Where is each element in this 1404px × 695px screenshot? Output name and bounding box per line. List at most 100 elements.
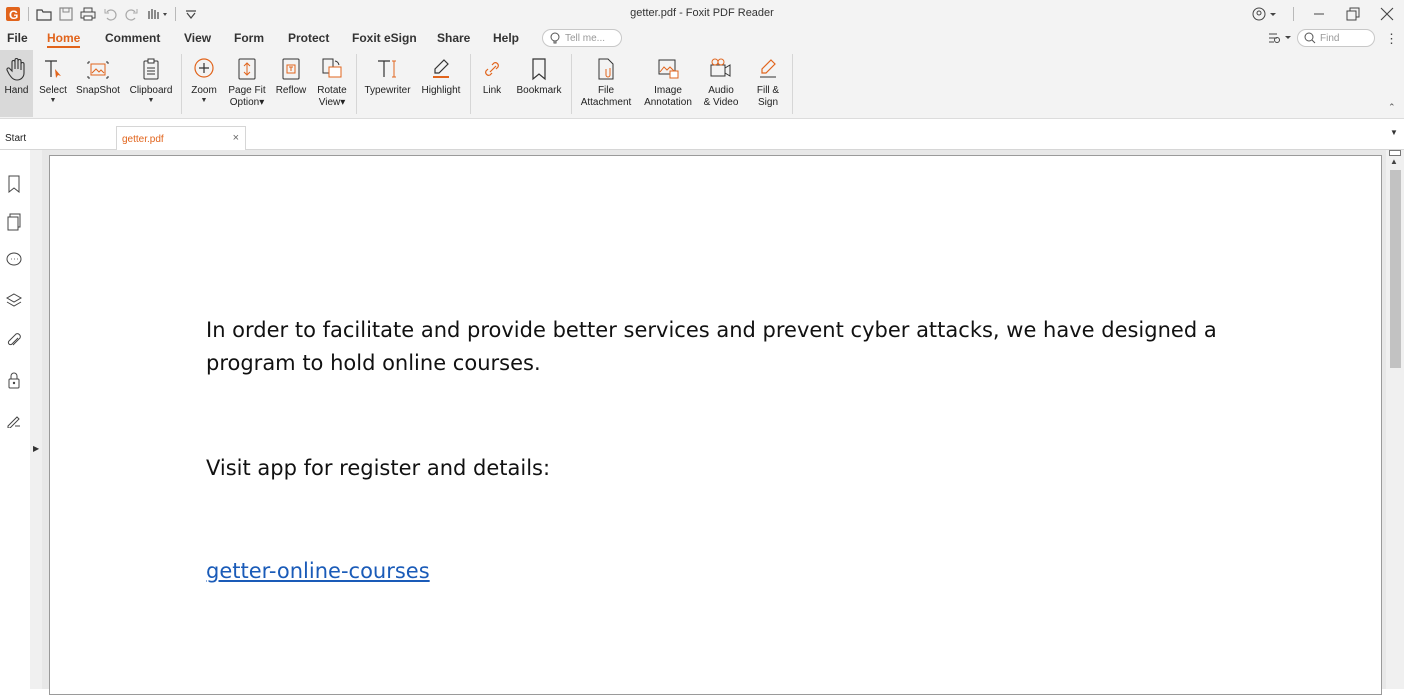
find-input[interactable]: Find	[1297, 29, 1375, 47]
minimize-icon[interactable]	[1302, 0, 1336, 27]
fill-sign-button[interactable]: Fill & Sign	[748, 50, 788, 117]
snapshot-icon	[86, 52, 110, 85]
signature-panel-icon[interactable]	[4, 410, 24, 430]
layers-panel-icon[interactable]	[4, 290, 24, 310]
foxit-logo-icon[interactable]: G	[2, 3, 24, 25]
redo-icon[interactable]	[121, 3, 143, 25]
scroll-up-icon[interactable]: ▲	[1390, 157, 1398, 166]
select-text-icon	[42, 52, 64, 85]
bookmark-icon	[529, 52, 549, 85]
window-controls	[1245, 0, 1404, 27]
clipboard-label: Clipboard	[129, 85, 173, 96]
title-bar: G getter.pdf - Foxit PDF Reader	[0, 0, 1404, 27]
fill-sign-label: Fill & Sign	[756, 85, 780, 108]
tab-comment[interactable]: Comment	[105, 31, 160, 45]
find-options-icon[interactable]	[1268, 31, 1294, 47]
expand-panel-icon[interactable]: ▶	[33, 444, 39, 453]
customize-icon[interactable]	[180, 3, 202, 25]
security-panel-icon[interactable]	[4, 370, 24, 390]
link-label: Link	[482, 85, 502, 96]
file-attachment-button[interactable]: File Attachment	[576, 50, 636, 117]
rotate-view-button[interactable]: Rotate View▾	[313, 50, 351, 117]
panel-splitter[interactable]: ▶	[30, 150, 42, 689]
vertical-scrollbar[interactable]: ▲	[1386, 150, 1404, 689]
ribbon: Hand Select ▼ SnapShot Clipboard ▼ Zoom …	[0, 50, 1404, 119]
navigation-panel	[0, 150, 30, 689]
tab-file[interactable]: File	[7, 31, 28, 45]
typewriter-button[interactable]: Typewriter	[360, 50, 415, 117]
tab-list-dropdown-icon[interactable]: ▼	[1390, 128, 1398, 137]
save-icon[interactable]	[55, 3, 77, 25]
course-link[interactable]: getter-online-courses	[206, 555, 430, 588]
more-options-icon[interactable]: ⋮	[1385, 31, 1398, 47]
image-annotation-icon	[656, 52, 680, 85]
highlight-label: Highlight	[421, 85, 461, 96]
close-tab-icon[interactable]: ×	[233, 132, 239, 144]
page-fit-button[interactable]: Page Fit Option▾	[225, 50, 269, 117]
select-dropdown-icon[interactable]: ▼	[50, 97, 57, 105]
tab-help[interactable]: Help	[493, 31, 519, 45]
zoom-label: Zoom	[191, 85, 217, 96]
hand-button[interactable]: Hand	[0, 50, 33, 117]
tell-me-search[interactable]: Tell me...	[542, 29, 622, 47]
reflow-button[interactable]: Reflow	[272, 50, 310, 117]
lightbulb-icon	[550, 32, 560, 44]
typewriter-icon	[375, 52, 401, 85]
svg-text:G: G	[9, 8, 18, 22]
tab-share[interactable]: Share	[437, 31, 470, 45]
zoom-dropdown-icon[interactable]: ▼	[201, 97, 208, 105]
page-fit-label: Page Fit Option▾	[228, 85, 266, 108]
comments-panel-icon[interactable]	[4, 250, 24, 270]
split-view-icon[interactable]	[1389, 150, 1401, 156]
snapshot-label: SnapShot	[76, 85, 120, 96]
file-attachment-icon	[596, 52, 616, 85]
search-icon	[1304, 32, 1316, 44]
ribbon-separator	[571, 54, 572, 114]
highlight-button[interactable]: Highlight	[416, 50, 466, 117]
zoom-button[interactable]: Zoom ▼	[186, 50, 222, 117]
file-attachment-label: File Attachment	[580, 85, 632, 108]
open-icon[interactable]	[33, 3, 55, 25]
tab-start[interactable]: Start	[0, 126, 114, 150]
pages-panel-icon[interactable]	[4, 212, 24, 232]
highlight-icon	[430, 52, 452, 85]
restore-icon[interactable]	[1336, 0, 1370, 27]
bookmark-button[interactable]: Bookmark	[513, 50, 565, 117]
clipboard-dropdown-icon[interactable]: ▼	[148, 97, 155, 105]
window-title: getter.pdf - Foxit PDF Reader	[630, 7, 774, 19]
clipboard-button[interactable]: Clipboard ▼	[126, 50, 176, 117]
tab-form[interactable]: Form	[234, 31, 264, 45]
select-label: Select	[39, 85, 67, 96]
paragraph-line-2: program to hold online courses.	[206, 351, 541, 375]
select-button[interactable]: Select ▼	[37, 50, 69, 117]
tab-home[interactable]: Home	[47, 31, 81, 48]
tab-start-label: Start	[5, 133, 27, 144]
undo-icon[interactable]	[99, 3, 121, 25]
link-button[interactable]: Link	[476, 50, 508, 117]
pdf-page	[49, 155, 1382, 695]
audio-video-button[interactable]: Audio & Video	[700, 50, 742, 117]
bookmark-panel-icon[interactable]	[4, 174, 24, 194]
separator	[175, 6, 176, 21]
attachments-panel-icon[interactable]	[4, 330, 24, 350]
image-annotation-button[interactable]: Image Annotation	[640, 50, 696, 117]
clipboard-icon	[141, 52, 161, 85]
tab-protect[interactable]: Protect	[288, 31, 329, 45]
hand-label: Hand	[4, 85, 29, 96]
print-icon[interactable]	[77, 3, 99, 25]
fill-sign-icon	[757, 52, 779, 85]
hand-tool-icon[interactable]	[143, 3, 171, 25]
tab-document[interactable]: getter.pdf ×	[116, 126, 246, 150]
tab-document-label: getter.pdf	[122, 134, 164, 145]
account-icon[interactable]	[1245, 0, 1285, 27]
close-icon[interactable]	[1370, 0, 1404, 27]
typewriter-label: Typewriter	[364, 85, 411, 96]
collapse-ribbon-icon[interactable]: ⌃	[1388, 102, 1400, 114]
bookmark-label: Bookmark	[516, 85, 562, 96]
snapshot-button[interactable]: SnapShot	[73, 50, 123, 117]
scrollbar-thumb[interactable]	[1390, 170, 1401, 368]
rotate-view-label: Rotate View▾	[317, 85, 347, 108]
tab-foxit-esign[interactable]: Foxit eSign	[352, 31, 417, 45]
quick-access-toolbar: G	[0, 0, 202, 27]
tab-view[interactable]: View	[184, 31, 211, 45]
